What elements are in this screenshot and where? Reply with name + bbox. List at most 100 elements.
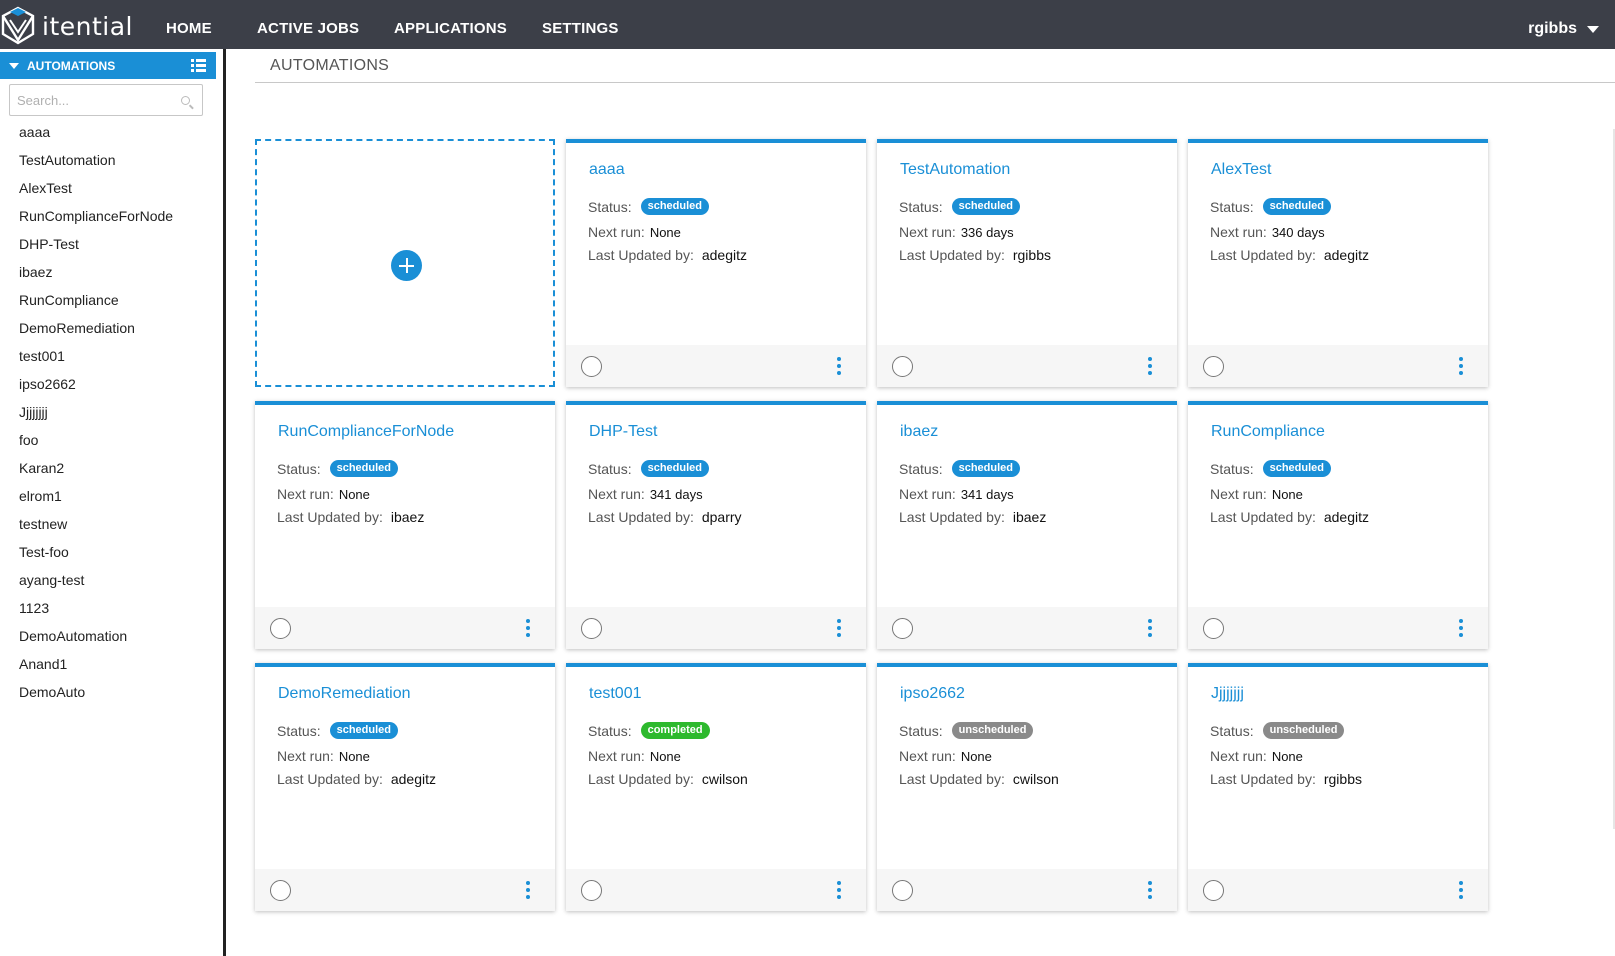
automation-card[interactable]: aaaa Status: scheduled Next run: None Last Up…: [566, 139, 866, 387]
next-run-label: Next run:: [588, 224, 645, 240]
add-automation-card[interactable]: [255, 139, 555, 387]
automation-card[interactable]: DHP-Test Status: scheduled Next run: 341 day…: [566, 401, 866, 649]
radio-circle-icon[interactable]: [892, 356, 913, 377]
brand-logo[interactable]: itential: [0, 6, 133, 46]
sidebar-item[interactable]: ipso2662: [0, 371, 216, 399]
card-title[interactable]: DemoRemediation: [278, 685, 411, 703]
kebab-icon[interactable]: [1147, 881, 1153, 899]
automation-card[interactable]: RunCompliance Status: scheduled Next run: No…: [1188, 401, 1488, 649]
next-run-value: None: [960, 748, 992, 764]
sidebar-item[interactable]: Jjjjjjjj: [0, 399, 216, 427]
sidebar-item[interactable]: ibaez: [0, 259, 216, 287]
status-row: Status: scheduled: [588, 460, 709, 477]
status-label: Status:: [588, 460, 632, 477]
status-badge: scheduled: [329, 460, 398, 477]
sidebar-item[interactable]: ayang-test: [0, 567, 216, 595]
kebab-icon[interactable]: [525, 881, 531, 899]
next-run-row: Next run: None: [1210, 748, 1303, 764]
sidebar-item[interactable]: RunComplianceForNode: [0, 203, 216, 231]
user-menu[interactable]: rgibbs: [1528, 0, 1599, 49]
sidebar-item[interactable]: RunCompliance: [0, 287, 216, 315]
radio-circle-icon[interactable]: [270, 880, 291, 901]
status-label: Status:: [899, 460, 943, 477]
kebab-icon[interactable]: [1458, 357, 1464, 375]
nav-home[interactable]: HOME: [166, 0, 212, 49]
sidebar-item[interactable]: aaaa: [0, 119, 216, 147]
next-run-value: 341 days: [960, 486, 1014, 502]
card-title[interactable]: test001: [589, 685, 641, 703]
sidebar-item[interactable]: test001: [0, 343, 216, 371]
sidebar-item[interactable]: TestAutomation: [0, 147, 216, 175]
kebab-icon[interactable]: [1458, 881, 1464, 899]
sidebar-item[interactable]: DemoRemediation: [0, 315, 216, 343]
automation-card[interactable]: TestAutomation Status: scheduled Next run: 3…: [877, 139, 1177, 387]
card-title[interactable]: AlexTest: [1211, 161, 1271, 179]
kebab-icon[interactable]: [836, 357, 842, 375]
kebab-icon[interactable]: [1458, 619, 1464, 637]
automation-card[interactable]: DemoRemediation Status: scheduled Next run:…: [255, 663, 555, 911]
status-row: Status: unscheduled: [899, 722, 1034, 739]
kebab-icon[interactable]: [1147, 619, 1153, 637]
next-run-value: None: [1271, 486, 1303, 502]
radio-circle-icon[interactable]: [581, 618, 602, 639]
sidebar-item[interactable]: elrom1: [0, 483, 216, 511]
card-title[interactable]: ipso2662: [900, 685, 965, 703]
card-title[interactable]: aaaa: [589, 161, 625, 179]
sidebar-header-automations[interactable]: AUTOMATIONS: [0, 52, 216, 79]
sidebar-item[interactable]: DemoAuto: [0, 679, 216, 707]
next-run-row: Next run: None: [1210, 486, 1303, 502]
radio-circle-icon[interactable]: [1203, 880, 1224, 901]
sidebar-item[interactable]: AlexTest: [0, 175, 216, 203]
sidebar-item[interactable]: Test-foo: [0, 539, 216, 567]
card-title[interactable]: RunCompliance: [1211, 423, 1325, 441]
card-title[interactable]: DHP-Test: [589, 423, 657, 441]
automation-card[interactable]: ibaez Status: scheduled Next run: 341 days La…: [877, 401, 1177, 649]
radio-circle-icon[interactable]: [270, 618, 291, 639]
radio-circle-icon[interactable]: [1203, 356, 1224, 377]
brand-name: itential: [42, 11, 133, 41]
next-run-label: Next run:: [277, 486, 334, 502]
card-title[interactable]: ibaez: [900, 423, 938, 441]
automation-card[interactable]: AlexTest Status: scheduled Next run: 340 day…: [1188, 139, 1488, 387]
user-name: rgibbs: [1528, 19, 1577, 37]
radio-circle-icon[interactable]: [581, 356, 602, 377]
status-label: Status:: [588, 722, 632, 739]
status-label: Status:: [899, 198, 943, 215]
nav-settings[interactable]: SETTINGS: [542, 0, 619, 49]
sidebar-item[interactable]: DemoAutomation: [0, 623, 216, 651]
list-icon[interactable]: [191, 59, 206, 72]
sidebar-item[interactable]: DHP-Test: [0, 231, 216, 259]
card-footer: [1188, 345, 1488, 387]
automation-card[interactable]: Jjjjjjjj Status: unscheduled Next run: None L…: [1188, 663, 1488, 911]
kebab-icon[interactable]: [1147, 357, 1153, 375]
card-title[interactable]: RunComplianceForNode: [278, 423, 454, 441]
search-input[interactable]: [17, 86, 177, 114]
card-title[interactable]: TestAutomation: [900, 161, 1010, 179]
status-row: Status: scheduled: [1210, 198, 1331, 215]
sidebar-item[interactable]: Anand1: [0, 651, 216, 679]
updated-by-value: cwilson: [1012, 771, 1059, 787]
updated-by-row: Last Updated by: adegitz: [1210, 247, 1369, 263]
nav-active-jobs[interactable]: ACTIVE JOBS: [257, 0, 359, 49]
sidebar-item[interactable]: testnew: [0, 511, 216, 539]
radio-circle-icon[interactable]: [892, 880, 913, 901]
automation-card[interactable]: test001 Status: completed Next run: None Last…: [566, 663, 866, 911]
next-run-label: Next run:: [1210, 748, 1267, 764]
radio-circle-icon[interactable]: [581, 880, 602, 901]
kebab-icon[interactable]: [836, 619, 842, 637]
kebab-icon[interactable]: [525, 619, 531, 637]
card-title[interactable]: Jjjjjjjj: [1211, 685, 1244, 703]
automation-card[interactable]: RunComplianceForNode Status: scheduled Next…: [255, 401, 555, 649]
next-run-row: Next run: 341 days: [588, 486, 703, 502]
status-badge: scheduled: [951, 460, 1020, 477]
plus-icon[interactable]: [391, 250, 422, 281]
updated-by-label: Last Updated by:: [588, 771, 694, 787]
sidebar-item[interactable]: Karan2: [0, 455, 216, 483]
sidebar-item[interactable]: foo: [0, 427, 216, 455]
nav-applications[interactable]: APPLICATIONS: [394, 0, 507, 49]
kebab-icon[interactable]: [836, 881, 842, 899]
radio-circle-icon[interactable]: [892, 618, 913, 639]
sidebar-item[interactable]: 1123: [0, 595, 216, 623]
radio-circle-icon[interactable]: [1203, 618, 1224, 639]
automation-card[interactable]: ipso2662 Status: unscheduled Next run: None L…: [877, 663, 1177, 911]
